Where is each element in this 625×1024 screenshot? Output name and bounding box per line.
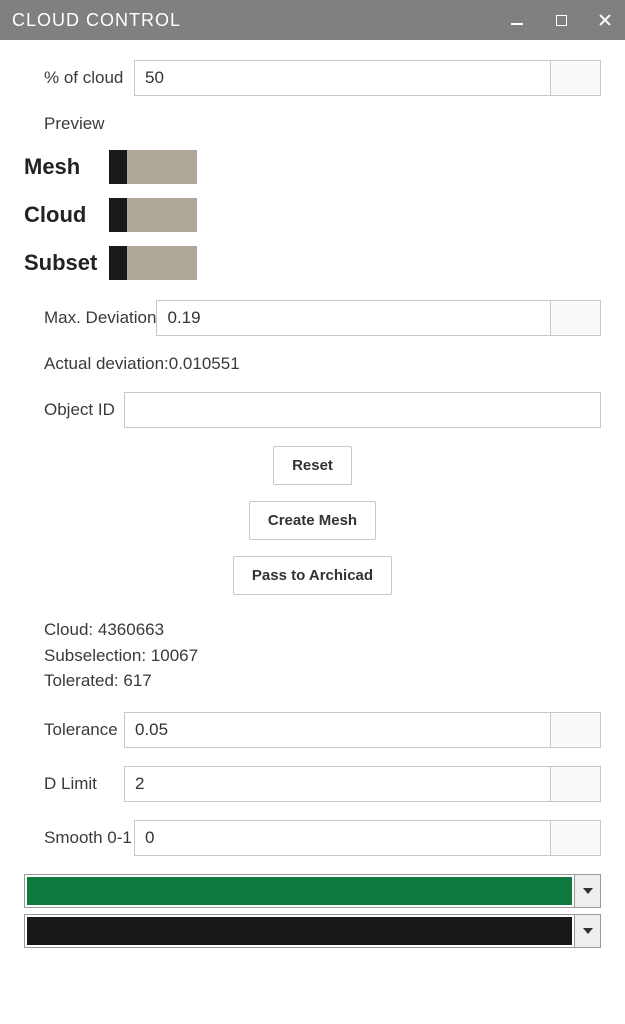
smooth-label: Smooth 0-1: [24, 828, 134, 848]
toggle-knob-icon: [109, 198, 127, 232]
close-icon: [598, 13, 612, 27]
titlebar-controls: [509, 12, 613, 28]
titlebar: CLOUD CONTROL: [0, 0, 625, 40]
percent-cloud-row: % of cloud: [24, 60, 601, 96]
max-deviation-spinner[interactable]: [551, 300, 601, 336]
mesh-toggle[interactable]: [109, 150, 197, 184]
percent-cloud-label: % of cloud: [24, 68, 134, 88]
percent-cloud-spinner[interactable]: [551, 60, 601, 96]
stat-subselection: Subselection: 10067: [44, 643, 601, 669]
smooth-spinner[interactable]: [551, 820, 601, 856]
tolerance-label: Tolerance: [24, 720, 124, 740]
toggle-knob-icon: [109, 150, 127, 184]
create-mesh-row: Create Mesh: [24, 501, 601, 540]
d-limit-row: D Limit: [24, 766, 601, 802]
dropdown-arrow-2[interactable]: [574, 915, 600, 947]
pass-to-archicad-row: Pass to Archicad: [24, 556, 601, 595]
reset-button[interactable]: Reset: [273, 446, 352, 485]
pass-to-archicad-button[interactable]: Pass to Archicad: [233, 556, 392, 595]
tolerance-input[interactable]: [124, 712, 551, 748]
preview-label: Preview: [24, 114, 601, 134]
chevron-down-icon: [583, 928, 593, 934]
subset-toggle[interactable]: [109, 246, 197, 280]
maximize-button[interactable]: [553, 12, 569, 28]
close-button[interactable]: [597, 12, 613, 28]
color-dropdown-2-row: [24, 914, 601, 948]
cloud-label: Cloud: [24, 202, 109, 228]
color-dropdown-2[interactable]: [24, 914, 601, 948]
d-limit-spinner[interactable]: [551, 766, 601, 802]
stat-tolerated: Tolerated: 617: [44, 668, 601, 694]
percent-cloud-input[interactable]: [134, 60, 551, 96]
tolerance-spinner[interactable]: [551, 712, 601, 748]
color-dropdown-1-row: [24, 874, 601, 908]
stats-block: Cloud: 4360663 Subselection: 10067 Toler…: [24, 617, 601, 694]
d-limit-label: D Limit: [24, 774, 124, 794]
smooth-row: Smooth 0-1: [24, 820, 601, 856]
actual-deviation-text: Actual deviation:0.010551: [24, 354, 601, 374]
color-dropdown-1[interactable]: [24, 874, 601, 908]
cloud-toggle[interactable]: [109, 198, 197, 232]
d-limit-input[interactable]: [124, 766, 551, 802]
max-deviation-input[interactable]: [156, 300, 551, 336]
actual-deviation-value: 0.010551: [169, 354, 240, 373]
stat-cloud: Cloud: 4360663: [44, 617, 601, 643]
window-title: CLOUD CONTROL: [12, 10, 509, 31]
cloud-toggle-row: Cloud: [24, 198, 601, 232]
mesh-toggle-row: Mesh: [24, 150, 601, 184]
minimize-button[interactable]: [509, 12, 525, 28]
minimize-icon: [511, 23, 523, 25]
max-deviation-row: Max. Deviation: [24, 300, 601, 336]
reset-row: Reset: [24, 446, 601, 485]
subset-toggle-row: Subset: [24, 246, 601, 280]
smooth-input[interactable]: [134, 820, 551, 856]
mesh-label: Mesh: [24, 154, 109, 180]
object-id-row: Object ID: [24, 392, 601, 428]
max-deviation-label: Max. Deviation: [24, 308, 156, 328]
toggle-knob-icon: [109, 246, 127, 280]
color-swatch-green: [25, 875, 574, 907]
maximize-icon: [556, 15, 567, 26]
chevron-down-icon: [583, 888, 593, 894]
content-area: % of cloud Preview Mesh Cloud Subset Max…: [0, 40, 625, 974]
color-swatch-black: [25, 915, 574, 947]
tolerance-row: Tolerance: [24, 712, 601, 748]
subset-label: Subset: [24, 250, 109, 276]
create-mesh-button[interactable]: Create Mesh: [249, 501, 376, 540]
dropdown-arrow-1[interactable]: [574, 875, 600, 907]
actual-deviation-label: Actual deviation:: [44, 354, 169, 373]
object-id-label: Object ID: [24, 400, 124, 420]
object-id-input[interactable]: [124, 392, 601, 428]
